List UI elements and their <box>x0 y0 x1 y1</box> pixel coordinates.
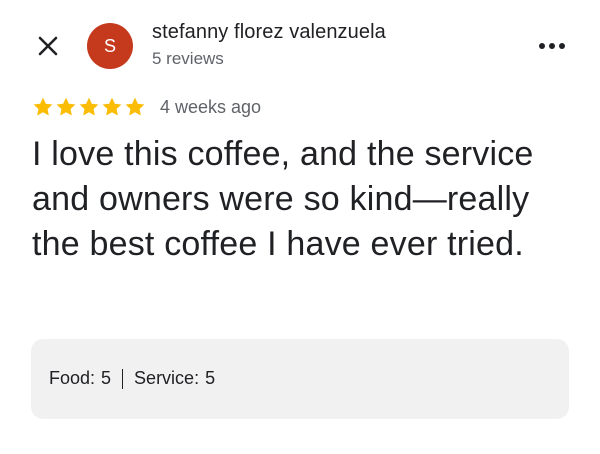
reviewer-review-count: 5 reviews <box>152 49 224 68</box>
more-options-button[interactable] <box>534 34 570 58</box>
avatar[interactable]: S <box>87 23 133 69</box>
more-options-icon <box>559 43 565 49</box>
star-icon <box>32 96 54 118</box>
star-icon <box>124 96 146 118</box>
close-button[interactable] <box>32 30 64 62</box>
rating-row: 4 weeks ago <box>32 94 261 120</box>
subratings-row: Food: 5 Service: 5 <box>49 368 215 389</box>
more-options-icon <box>539 43 545 49</box>
food-rating-value: 5 <box>101 368 112 388</box>
service-rating-value: 5 <box>205 368 216 388</box>
avatar-letter: S <box>103 35 116 56</box>
subratings-divider <box>122 368 124 389</box>
service-rating-label: Service: <box>134 368 200 388</box>
review-header: S stefanny florez valenzuela 5 reviews <box>0 0 600 90</box>
star-rating <box>32 96 146 118</box>
review-date: 4 weeks ago <box>160 96 262 117</box>
reviewer-name[interactable]: stefanny florez valenzuela <box>152 21 386 44</box>
star-icon <box>78 96 100 118</box>
close-icon <box>38 36 58 56</box>
star-icon <box>101 96 123 118</box>
star-icon <box>55 96 77 118</box>
more-options-icon <box>549 43 555 49</box>
review-text: I love this coffee, and the service and … <box>32 135 534 263</box>
food-rating-label: Food: <box>49 368 96 388</box>
subratings-panel: Food: 5 Service: 5 <box>31 339 569 419</box>
